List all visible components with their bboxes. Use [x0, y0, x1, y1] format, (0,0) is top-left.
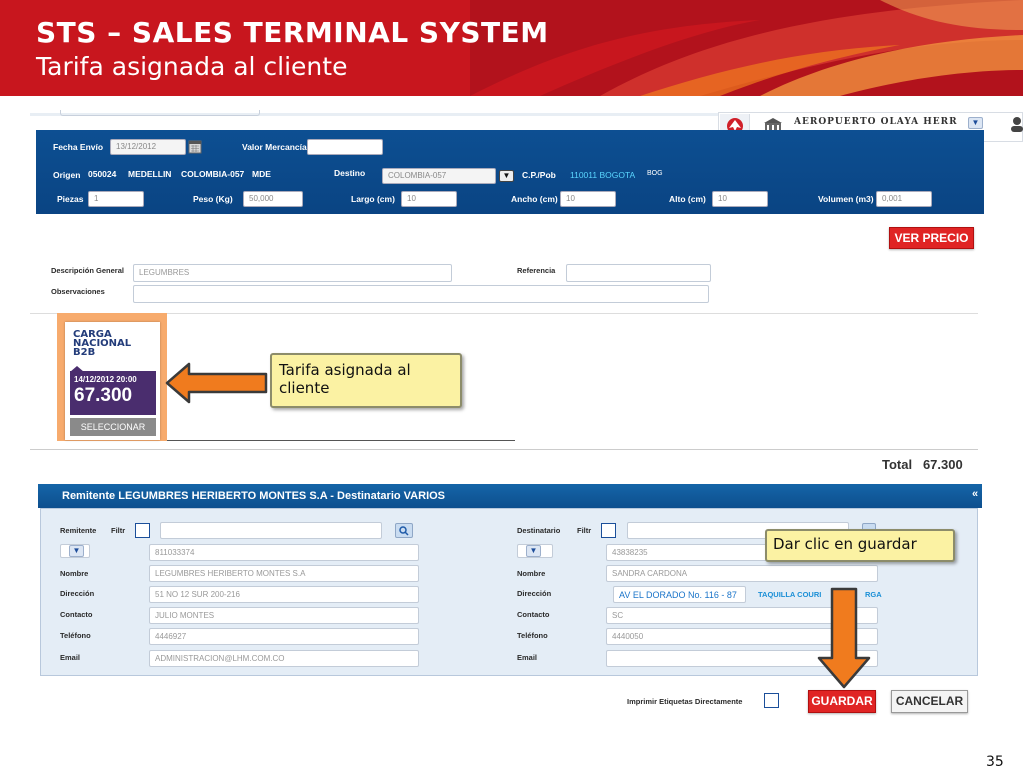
destinatario-label: Destinatario: [517, 526, 561, 535]
destinatario-telefono-label: Teléfono: [517, 631, 548, 640]
collapse-icon[interactable]: «: [972, 488, 978, 500]
observaciones-input[interactable]: [133, 285, 709, 303]
tariff-card-date: 14/12/2012 20:00: [74, 375, 137, 384]
peso-input[interactable]: 50,000: [243, 191, 303, 207]
remitente-filtrar-label: Filtr: [111, 526, 126, 535]
cp-label: C.P./Pob: [522, 170, 556, 180]
guardar-button[interactable]: GUARDAR: [808, 690, 876, 713]
remitente-filter-checkbox[interactable]: [135, 523, 150, 538]
valor-mercancia-input[interactable]: [307, 139, 383, 155]
origen-label: Origen: [53, 170, 81, 180]
destinatario-nombre-input[interactable]: SANDRA CARDONA: [606, 565, 878, 582]
fecha-envio-input[interactable]: 13/12/2012: [110, 139, 186, 155]
fecha-envio-label: Fecha Envío: [53, 142, 104, 152]
ver-precio-button[interactable]: VER PRECIO: [889, 227, 974, 249]
destinatario-email-label: Email: [517, 653, 538, 662]
destinatario-direccion-extra: TAQUILLA COURI: [758, 590, 822, 599]
user-icon[interactable]: [1010, 116, 1023, 132]
descripcion-input[interactable]: LEGUMBRES: [133, 264, 452, 282]
callout-tarifa: Tarifa asignada al cliente: [270, 353, 462, 408]
tariff-card-title: CARGA NACIONAL B2B: [73, 329, 132, 358]
remitente-email-label: Email: [60, 653, 81, 662]
remitente-telefono-label: Teléfono: [60, 631, 91, 640]
volumen-label: Volumen (m3): [818, 194, 874, 204]
total-value: 67.300: [922, 457, 963, 472]
destinatario-direccion-input[interactable]: AV EL DORADO No. 116 - 87: [613, 586, 746, 603]
seleccionar-button[interactable]: SELECCIONAR: [70, 418, 156, 436]
tariff-card-price: 67.300: [74, 385, 133, 406]
remitente-nombre-input[interactable]: LEGUMBRES HERIBERTO MONTES S.A: [149, 565, 419, 582]
ancho-label: Ancho (cm): [511, 194, 558, 204]
remitente-contacto-label: Contacto: [60, 610, 93, 619]
alto-label: Alto (cm): [669, 194, 706, 204]
remitente-telefono-input[interactable]: 4446927: [149, 628, 419, 645]
peso-label: Peso (Kg): [193, 194, 233, 204]
remitente-search-button[interactable]: [395, 523, 413, 538]
destino-dropdown-chevron-icon[interactable]: ▼: [499, 170, 514, 182]
total-row: Total 67.300: [882, 457, 963, 472]
down-arrow-icon: [817, 587, 871, 689]
remitente-direccion-label: Dirección: [60, 589, 95, 598]
remitente-contacto-input[interactable]: JULIO MONTES: [149, 607, 419, 624]
largo-label: Largo (cm): [351, 194, 395, 204]
largo-input[interactable]: 10: [401, 191, 457, 207]
slide-header: STS – SALES TERMINAL SYSTEM Tarifa asign…: [0, 0, 1023, 96]
piezas-label: Piezas: [57, 194, 84, 204]
remitente-type-chevron-icon[interactable]: ▼: [69, 545, 84, 557]
remitente-label: Remitente: [60, 526, 97, 535]
ancho-input[interactable]: 10: [560, 191, 616, 207]
callout-guardar: Dar clic en guardar: [765, 529, 955, 562]
slide-subtitle: Tarifa asignada al cliente: [36, 52, 348, 81]
cp-value: 110011 BOGOTA: [570, 170, 636, 180]
destinatario-type-chevron-icon[interactable]: ▼: [526, 545, 541, 557]
airport-dropdown-chevron-icon[interactable]: ▼: [968, 117, 983, 129]
remitente-email-input[interactable]: ADMINISTRACION@LHM.COM.CO: [149, 650, 419, 667]
calendar-icon[interactable]: [188, 140, 202, 154]
page-number: 35: [986, 754, 1004, 770]
destinatario-direccion-label: Dirección: [517, 589, 552, 598]
left-arrow-icon: [165, 362, 268, 404]
referencia-label: Referencia: [517, 266, 556, 275]
tariff-card-notch: [70, 366, 84, 372]
destino-select[interactable]: COLOMBIA-057: [382, 168, 496, 184]
origen-city: MEDELLIN: [128, 169, 172, 179]
remitente-nombre-label: Nombre: [60, 569, 89, 578]
remitente-id-input[interactable]: 811033374: [149, 544, 419, 561]
origen-code: 050024: [88, 169, 117, 179]
airport-name[interactable]: AEROPUERTO OLAYA HERR: [794, 117, 984, 131]
destinatario-nombre-label: Nombre: [517, 569, 546, 578]
valor-mercancia-label: Valor Mercancía: [242, 142, 307, 152]
remitente-direccion-input[interactable]: 51 NO 12 SUR 200-216: [149, 586, 419, 603]
referencia-input[interactable]: [566, 264, 711, 282]
cancelar-button[interactable]: CANCELAR: [891, 690, 968, 713]
total-label: Total: [882, 457, 913, 472]
cp-abbr: BOG: [647, 170, 663, 177]
imprimir-label: Imprimir Etiquetas Directamente: [627, 697, 743, 706]
descripcion-label: Descripción General: [51, 266, 124, 275]
observaciones-label: Observaciones: [51, 287, 105, 296]
imprimir-checkbox[interactable]: [764, 693, 779, 708]
alto-input[interactable]: 10: [712, 191, 768, 207]
slide-title: STS – SALES TERMINAL SYSTEM: [36, 16, 549, 49]
destinatario-filter-checkbox[interactable]: [601, 523, 616, 538]
piezas-input[interactable]: 1: [88, 191, 144, 207]
origen-abbr: MDE: [252, 169, 271, 179]
destinatario-filtrar-label: Filtr: [577, 526, 592, 535]
tariff-underline: [167, 440, 515, 441]
volumen-input[interactable]: 0,001: [876, 191, 932, 207]
truncated-field: [60, 110, 260, 116]
origen-country: COLOMBIA-057: [181, 169, 245, 179]
search-icon: [399, 526, 409, 536]
parties-panel-title: Remitente LEGUMBRES HERIBERTO MONTES S.A…: [62, 490, 446, 502]
destinatario-contacto-label: Contacto: [517, 610, 550, 619]
remitente-search-input[interactable]: [160, 522, 382, 539]
destino-label: Destino: [334, 168, 366, 178]
